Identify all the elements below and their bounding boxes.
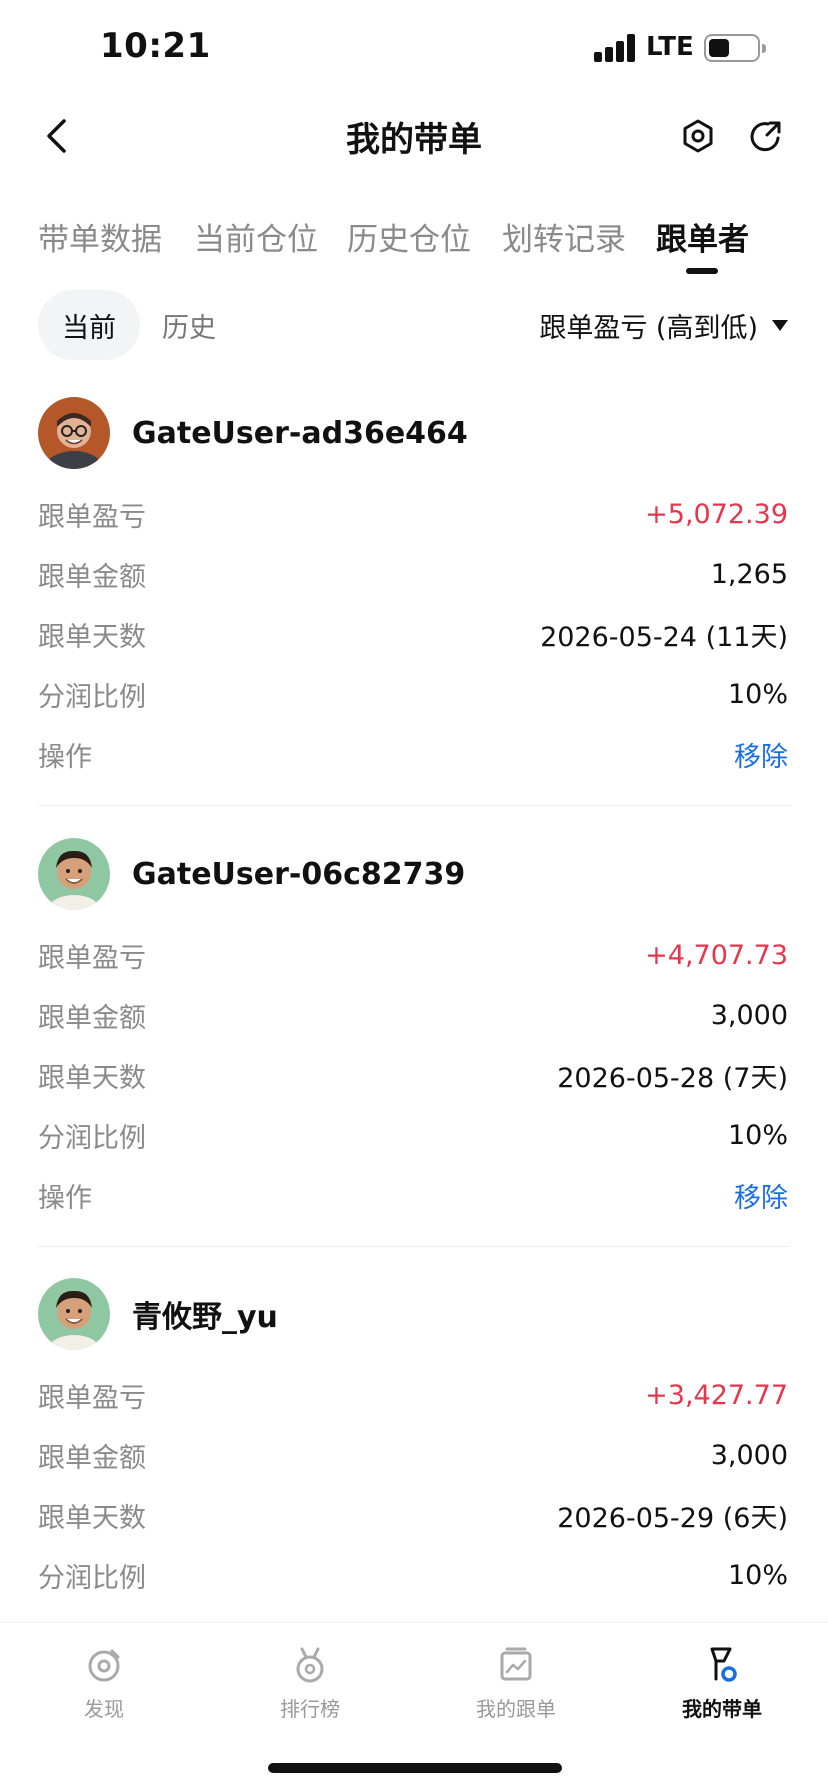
share-icon xyxy=(750,121,781,152)
home-indicator xyxy=(268,1763,562,1773)
follower-filter: 当前 历史 跟单盈亏 (高到低) xyxy=(0,290,828,362)
my-copy-icon xyxy=(500,1647,532,1681)
status-time: 10:21 xyxy=(100,26,211,66)
amount-label: 跟单金额 xyxy=(38,1442,146,1474)
nav-label: 我的跟单 xyxy=(476,1697,556,1721)
caret-down-icon xyxy=(772,320,788,331)
action-row: 操作 移除 xyxy=(38,1175,788,1215)
follower-card: GateUser-06c82739 跟单盈亏 +4,707.73 跟单金额 3,… xyxy=(0,838,828,1247)
settings-button[interactable] xyxy=(670,108,726,164)
nav-ranking[interactable]: 排行榜 xyxy=(240,1645,380,1722)
days-row: 跟单天数 2026-05-29 (6天) xyxy=(38,1495,788,1535)
filter-current[interactable]: 当前 xyxy=(38,290,140,360)
share-label: 分润比例 xyxy=(38,681,146,713)
days-value: 2026-05-24 (11天) xyxy=(540,621,788,653)
header: 我的带单 xyxy=(0,96,828,176)
follower-name: GateUser-ad36e464 xyxy=(132,415,468,451)
tab-bar: 带单数据 当前仓位 历史仓位 划转记录 跟单者 xyxy=(0,208,828,278)
amount-value: 3,000 xyxy=(710,999,788,1031)
pnl-row: 跟单盈亏 +5,072.39 xyxy=(38,494,788,534)
amount-value: 1,265 xyxy=(710,558,788,590)
share-label: 分润比例 xyxy=(38,1122,146,1154)
hexagon-settings-icon xyxy=(683,119,713,153)
pnl-value: +5,072.39 xyxy=(645,498,788,530)
bottom-nav: 发现 排行榜 我的跟单 我的带单 xyxy=(0,1622,828,1792)
pnl-label: 跟单盈亏 xyxy=(38,942,146,974)
active-tab-indicator xyxy=(686,268,718,274)
share-label: 分润比例 xyxy=(38,1562,146,1594)
status-bar: 10:21 LTE xyxy=(0,0,828,96)
pnl-row: 跟单盈亏 +4,707.73 xyxy=(38,935,788,975)
network-type: LTE xyxy=(646,32,694,62)
pnl-label: 跟单盈亏 xyxy=(38,501,146,533)
discover-icon xyxy=(88,1649,120,1682)
action-label: 操作 xyxy=(38,741,92,773)
avatar xyxy=(38,1278,110,1350)
follower-name: 青攸野_yu xyxy=(132,1300,278,1335)
follower-card: GateUser-ad36e464 跟单盈亏 +5,072.39 跟单金额 1,… xyxy=(0,397,828,806)
days-row: 跟单天数 2026-05-28 (7天) xyxy=(38,1055,788,1095)
amount-label: 跟单金额 xyxy=(38,561,146,593)
share-value: 10% xyxy=(727,1119,788,1151)
nav-label: 发现 xyxy=(84,1697,124,1721)
days-value: 2026-05-29 (6天) xyxy=(557,1502,788,1534)
days-label: 跟单天数 xyxy=(38,1502,146,1534)
tab-current-positions[interactable]: 当前仓位 xyxy=(194,214,318,259)
sort-label: 跟单盈亏 (高到低) xyxy=(539,313,758,344)
follower-header: GateUser-06c82739 xyxy=(38,838,465,910)
amount-row: 跟单金额 1,265 xyxy=(38,554,788,594)
pnl-label: 跟单盈亏 xyxy=(38,1382,146,1414)
pnl-row: 跟单盈亏 +3,427.77 xyxy=(38,1375,788,1415)
sort-dropdown[interactable]: 跟单盈亏 (高到低) xyxy=(539,306,788,345)
follower-name: GateUser-06c82739 xyxy=(132,856,466,892)
nav-my-copy[interactable]: 我的跟单 xyxy=(446,1645,586,1722)
share-value: 10% xyxy=(727,1559,788,1591)
tab-history-positions[interactable]: 历史仓位 xyxy=(347,214,471,259)
avatar xyxy=(38,397,110,469)
action-row: 操作 移除 xyxy=(38,734,788,774)
pnl-value: +3,427.77 xyxy=(645,1379,788,1411)
action-label: 操作 xyxy=(38,1182,92,1214)
follower-card: 青攸野_yu 跟单盈亏 +3,427.77 跟单金额 3,000 跟单天数 20… xyxy=(0,1278,828,1618)
amount-label: 跟单金额 xyxy=(38,1002,146,1034)
signal-icon xyxy=(594,34,636,62)
amount-row: 跟单金额 3,000 xyxy=(38,995,788,1035)
days-label: 跟单天数 xyxy=(38,1062,146,1094)
amount-row: 跟单金额 3,000 xyxy=(38,1435,788,1475)
share-button[interactable] xyxy=(738,108,794,164)
nav-label: 我的带单 xyxy=(682,1697,762,1721)
nav-my-lead[interactable]: 我的带单 xyxy=(652,1645,792,1722)
share-row: 分润比例 10% xyxy=(38,1555,788,1595)
battery-icon xyxy=(704,34,766,62)
my-lead-icon xyxy=(710,1647,737,1682)
share-value: 10% xyxy=(727,678,788,710)
ranking-icon xyxy=(296,1647,324,1683)
days-value: 2026-05-28 (7天) xyxy=(557,1062,788,1094)
avatar xyxy=(38,838,110,910)
tab-transfer-records[interactable]: 划转记录 xyxy=(502,214,626,259)
remove-button[interactable]: 移除 xyxy=(734,1176,788,1215)
filter-history[interactable]: 历史 xyxy=(138,290,240,360)
remove-button[interactable]: 移除 xyxy=(734,735,788,774)
days-row: 跟单天数 2026-05-24 (11天) xyxy=(38,614,788,654)
divider xyxy=(38,805,790,806)
follower-header: 青攸野_yu xyxy=(38,1278,278,1350)
share-row: 分润比例 10% xyxy=(38,1115,788,1155)
nav-discover[interactable]: 发现 xyxy=(34,1645,174,1722)
days-label: 跟单天数 xyxy=(38,621,146,653)
pnl-value: +4,707.73 xyxy=(645,939,788,971)
amount-value: 3,000 xyxy=(710,1439,788,1471)
follower-header: GateUser-ad36e464 xyxy=(38,397,468,469)
nav-label: 排行榜 xyxy=(280,1697,340,1721)
tab-followers[interactable]: 跟单者 xyxy=(656,214,749,259)
divider xyxy=(38,1246,790,1247)
share-row: 分润比例 10% xyxy=(38,674,788,714)
tab-lead-data[interactable]: 带单数据 xyxy=(38,214,162,259)
